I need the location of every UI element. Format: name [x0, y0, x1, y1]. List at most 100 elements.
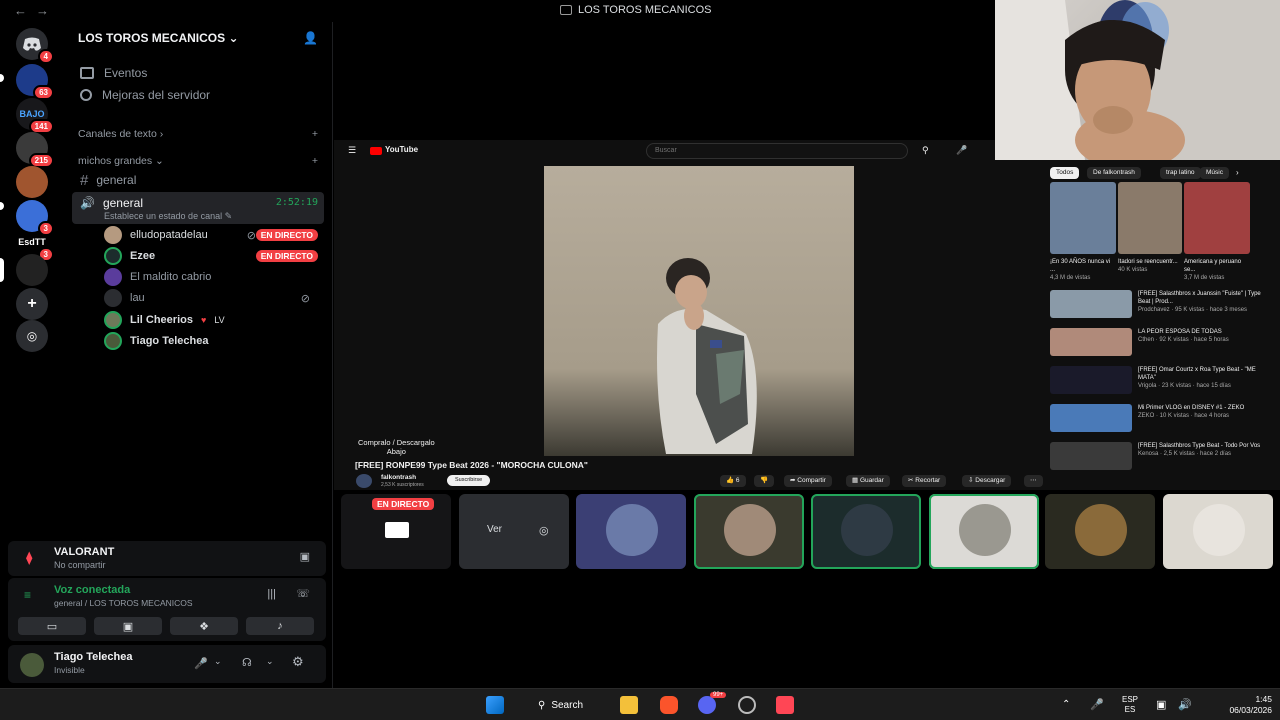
chevron-up-icon[interactable]: ⌃ [1062, 699, 1070, 710]
network-icon[interactable]: ▣ [1156, 698, 1166, 711]
voice-location[interactable]: general / LOS TOROS MECANICOS [54, 598, 193, 608]
watch-stream-button[interactable]: Ver [487, 524, 502, 535]
participant-tile[interactable] [811, 494, 921, 569]
server-header[interactable]: LOS TOROS MECANICOS ⌄ 👤 [78, 31, 318, 45]
camera-button[interactable]: ▭ [18, 617, 86, 635]
discover-icon[interactable]: ◎ [16, 320, 48, 352]
boosts-item[interactable]: Mejoras del servidor [80, 88, 210, 102]
recommended-video[interactable]: [FREE] Omar Courtz x Roa Type Beat - "ME… [1050, 366, 1270, 402]
server-icon-bajo[interactable]: BAJO 141 [16, 98, 54, 134]
share-button[interactable]: ➦ Compartir [784, 475, 832, 487]
voice-user[interactable]: Ezee EN DIRECTO [104, 246, 324, 266]
noise-suppression-icon[interactable]: ||| [267, 588, 276, 600]
short-thumbnail[interactable] [1184, 182, 1250, 254]
rec-meta: Vrigola · 23 K vistas · hace 15 días [1138, 383, 1231, 389]
status-text: Establece un estado de canal [104, 211, 223, 221]
server-icon-toros[interactable] [16, 254, 48, 286]
forward-arrow-icon[interactable]: → [36, 3, 49, 18]
video-thumbnail [1050, 442, 1132, 470]
soundboard-button[interactable]: ♪ [246, 617, 314, 635]
activities-button[interactable]: ❖ [170, 617, 238, 635]
discord-app-icon[interactable] [698, 696, 716, 714]
add-channel-icon[interactable]: + [312, 128, 318, 140]
voice-user[interactable]: Lil Cheerios ♥ LV [104, 310, 324, 330]
text-channel-general[interactable]: # general [72, 169, 324, 191]
short-thumbnail[interactable] [1118, 182, 1182, 254]
voice-user[interactable]: elludopatadelau ⊘ EN DIRECTO [104, 225, 324, 245]
server-icon[interactable]: 63 [16, 64, 54, 100]
participant-tile[interactable] [576, 494, 686, 569]
recommended-video[interactable]: [FREE] Salasthbros Type Beat - Todo Por … [1050, 442, 1270, 478]
chevron-down-icon[interactable]: ⌄ [266, 656, 274, 667]
server-icon[interactable]: 215 [16, 132, 54, 168]
participant-tile[interactable] [929, 494, 1039, 569]
voice-user[interactable]: lau ⊘ [104, 288, 324, 308]
recommended-video[interactable]: Mi Primer VLOG en DISNEY #1 - ZEKO ZEKO ·… [1050, 404, 1270, 440]
participant-tile[interactable] [1045, 494, 1155, 569]
add-channel-icon[interactable]: + [312, 155, 318, 167]
voice-channel-general[interactable]: 🔊 general 2:52:19 Establece un estado de… [72, 192, 324, 224]
voice-user[interactable]: Tiago Telechea [104, 331, 324, 351]
clock[interactable]: 1:45 06/03/2026 [1206, 694, 1272, 716]
microphone-icon[interactable]: 🎤 [194, 657, 208, 670]
share-screen-icon[interactable]: ▣ [300, 550, 310, 563]
chip-all[interactable]: Todos [1050, 167, 1080, 179]
brave-browser-icon[interactable] [660, 696, 678, 714]
stream-tile[interactable]: EN DIRECTO [341, 494, 451, 569]
category-voice[interactable]: michos grandes ⌄ + [78, 155, 318, 167]
chevron-down-icon[interactable]: ⌄ [214, 656, 222, 667]
volume-icon[interactable]: 🔊 [1178, 698, 1192, 711]
microphone-tray-icon[interactable]: 🎤 [1090, 698, 1104, 711]
recommended-video[interactable]: LA PEOR ESPOSA DE TODAS Cthen · 92 K vist… [1050, 328, 1270, 364]
channel-name[interactable]: falkontrash [381, 474, 416, 481]
video-thumbnail [1050, 290, 1132, 318]
server-icon[interactable] [16, 166, 48, 198]
youtube-logo[interactable]: YouTube [385, 145, 418, 154]
chip-channel[interactable]: De falkontrash [1087, 167, 1141, 179]
disconnect-icon[interactable]: ☏ [296, 587, 310, 600]
avatar[interactable] [20, 653, 44, 677]
recommended-video[interactable]: [FREE] Salasthbros x Juanssin "Fuiste" |… [1050, 290, 1270, 326]
channel-avatar[interactable] [356, 474, 372, 488]
discord-home-icon[interactable]: 4 [16, 28, 54, 64]
hamburger-icon[interactable]: ☰ [348, 145, 356, 156]
youtube-stream[interactable]: ☰ YouTube Buscar ⚲ 🎤 Compralo / Descarga… [334, 140, 1280, 490]
short-thumbnail[interactable] [1050, 182, 1116, 254]
search-icon[interactable]: ⚲ [922, 145, 929, 156]
short-title: Itadori se reencuentr... [1118, 259, 1178, 265]
chip-trap[interactable]: trap latino [1160, 167, 1201, 179]
download-button[interactable]: ⇩ Descargar [962, 475, 1012, 487]
chip-music[interactable]: Músic [1200, 167, 1229, 179]
subscribe-button[interactable]: Suscribirse [447, 475, 491, 486]
dislike-button[interactable]: 👎 [754, 475, 775, 487]
search-input[interactable]: Buscar [646, 143, 908, 159]
add-server-icon[interactable]: + [16, 288, 48, 320]
channel-status-prompt[interactable]: Establece un estado de canal ✎ [104, 211, 232, 222]
file-explorer-icon[interactable] [620, 696, 638, 714]
headphones-icon[interactable]: ☊ [242, 656, 252, 669]
video-player[interactable] [544, 166, 854, 456]
participant-tile[interactable] [694, 494, 804, 569]
short-meta: 4,3 M de vistas [1050, 275, 1091, 281]
taskbar-search[interactable]: ⚲ Search [530, 694, 600, 716]
category-text[interactable]: Canales de texto › + [78, 128, 318, 140]
chatgpt-icon[interactable] [738, 696, 756, 714]
voice-user[interactable]: El maldito cabrio [104, 267, 324, 287]
stream-tile[interactable]: Ver ◎ [459, 494, 569, 569]
language-indicator[interactable]: ESP ES [1118, 695, 1142, 715]
gear-icon[interactable]: ⚙ [292, 654, 304, 670]
watch-icon[interactable]: ◎ [539, 524, 549, 537]
screen-share-button[interactable]: ▣ [94, 617, 162, 635]
windows-start-icon[interactable] [486, 696, 504, 714]
add-member-icon[interactable]: 👤 [303, 31, 318, 45]
participant-tile[interactable] [1163, 494, 1273, 569]
more-icon[interactable]: ⋯ [1024, 475, 1043, 487]
events-item[interactable]: Eventos [80, 66, 147, 80]
clip-button[interactable]: ✂ Recortar [902, 475, 947, 487]
back-arrow-icon[interactable]: ← [14, 3, 27, 18]
save-button[interactable]: ▦ Guardar [846, 475, 890, 487]
microphone-icon[interactable]: 🎤 [956, 145, 967, 156]
valorant-app-icon[interactable] [776, 696, 794, 714]
like-button[interactable]: 👍 6 [720, 475, 746, 487]
chevron-right-icon[interactable]: › [1236, 168, 1239, 177]
